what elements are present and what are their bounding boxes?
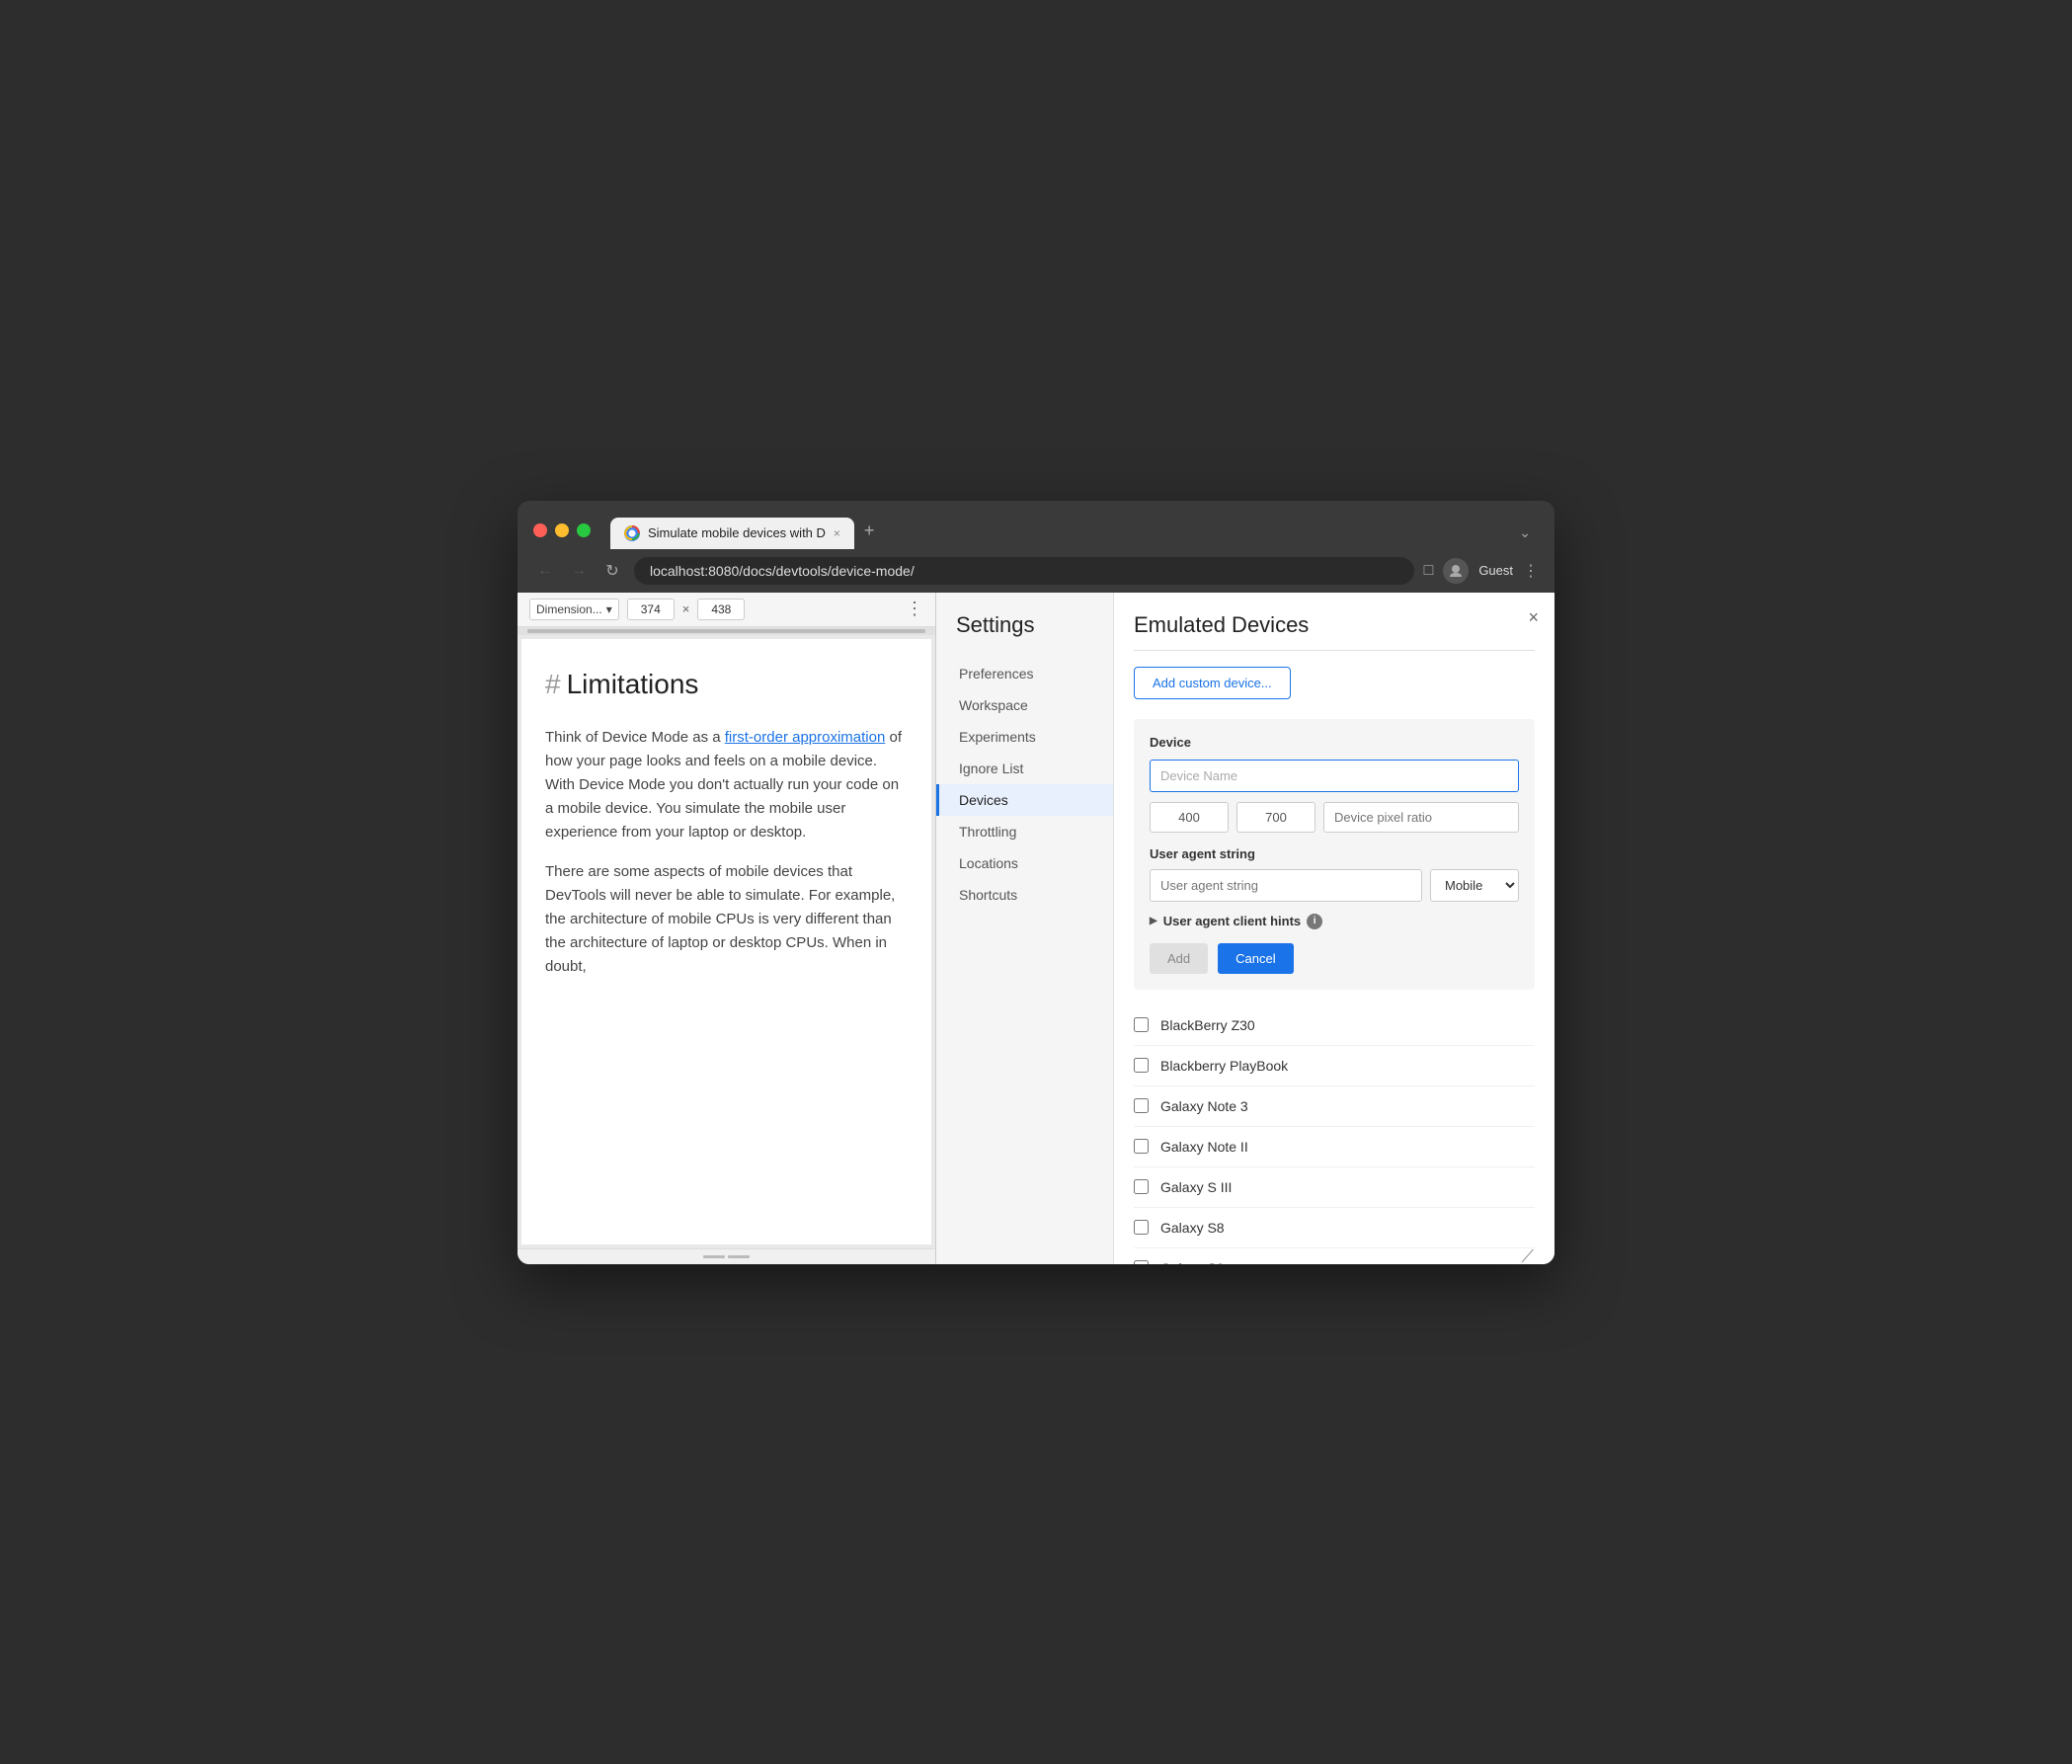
device-name-galaxy-note-ii: Galaxy Note II <box>1160 1139 1248 1155</box>
sidebar-item-workspace[interactable]: Workspace <box>936 689 1113 721</box>
list-item: Galaxy Note II <box>1134 1127 1535 1167</box>
device-toolbar: Dimension... ▾ × ⋮ <box>518 593 935 627</box>
sidebar-item-experiments[interactable]: Experiments <box>936 721 1113 753</box>
chrome-favicon-icon <box>624 525 640 541</box>
list-item: BlackBerry Z30 <box>1134 1005 1535 1046</box>
maximize-window-btn[interactable] <box>577 523 591 537</box>
device-dimensions-row <box>1150 802 1519 833</box>
toolbar-right: □ Guest ⋮ <box>1424 558 1539 584</box>
sidebar-item-throttling[interactable]: Throttling <box>936 816 1113 847</box>
device-height-input[interactable] <box>1236 802 1315 833</box>
sidebar-item-devices[interactable]: Devices <box>936 784 1113 816</box>
device-name-blackberry-z30: BlackBerry Z30 <box>1160 1017 1255 1033</box>
user-label: Guest <box>1478 563 1513 578</box>
dimension-select[interactable]: Dimension... ▾ <box>529 599 619 620</box>
sidebar-item-ignore-list[interactable]: Ignore List <box>936 753 1113 784</box>
window-controls-btn[interactable]: □ <box>1424 562 1434 580</box>
settings-panel: Settings Preferences Workspace Experimen… <box>936 593 1554 1264</box>
device-name-blackberry-playbook: Blackberry PlayBook <box>1160 1058 1288 1074</box>
form-device-label: Device <box>1150 735 1519 750</box>
browser-window: Simulate mobile devices with D × + ⌄ ← →… <box>518 501 1554 1264</box>
device-checkbox-galaxy-s9plus[interactable] <box>1134 1260 1149 1264</box>
list-item: Galaxy S9+ <box>1134 1248 1535 1264</box>
webpage-content[interactable]: # Limitations Think of Device Mode as a … <box>521 639 931 1244</box>
list-item: Galaxy S8 <box>1134 1208 1535 1248</box>
address-input[interactable] <box>634 557 1414 585</box>
close-window-btn[interactable] <box>533 523 547 537</box>
device-checkbox-blackberry-playbook[interactable] <box>1134 1058 1149 1073</box>
device-checkbox-galaxy-s8[interactable] <box>1134 1220 1149 1235</box>
hints-arrow-icon: ▶ <box>1150 916 1157 926</box>
dimension-label: Dimension... <box>536 602 602 616</box>
settings-title: Settings <box>936 612 1113 658</box>
add-device-submit-btn[interactable]: Add <box>1150 943 1208 974</box>
dim-separator: × <box>682 601 690 616</box>
emulated-devices-panel: × Emulated Devices Add custom device... … <box>1114 593 1554 1264</box>
tab-menu-btn[interactable]: ⌄ <box>1511 517 1539 549</box>
device-checkbox-galaxy-note-3[interactable] <box>1134 1098 1149 1113</box>
user-agent-label: User agent string <box>1150 846 1519 861</box>
forward-btn[interactable]: → <box>567 562 591 580</box>
device-name-galaxy-s-iii: Galaxy S III <box>1160 1179 1232 1195</box>
hints-info-icon[interactable]: i <box>1307 914 1322 929</box>
device-list: BlackBerry Z30 Blackberry PlayBook Galax… <box>1134 1005 1535 1264</box>
tab-close-btn[interactable]: × <box>834 526 840 540</box>
user-agent-hints-row[interactable]: ▶ User agent client hints i <box>1150 914 1519 929</box>
user-agent-input[interactable] <box>1150 869 1422 902</box>
tabs-area: Simulate mobile devices with D × + ⌄ <box>610 513 1539 549</box>
hints-label: User agent client hints <box>1163 914 1301 928</box>
list-item: Galaxy S III <box>1134 1167 1535 1208</box>
dimension-dropdown-icon: ▾ <box>606 602 612 616</box>
device-name-input[interactable] <box>1150 760 1519 792</box>
device-width-input[interactable] <box>1150 802 1229 833</box>
para1-text: Think of Device Mode as a <box>545 729 725 746</box>
add-custom-device-btn[interactable]: Add custom device... <box>1134 667 1291 699</box>
heading-hash: # <box>545 663 561 707</box>
sidebar-item-locations[interactable]: Locations <box>936 847 1113 879</box>
panel-title: Emulated Devices <box>1134 612 1535 651</box>
device-form: Device User agent string Mobile Desktop <box>1134 719 1535 990</box>
back-btn[interactable]: ← <box>533 562 557 580</box>
device-name-galaxy-note-3: Galaxy Note 3 <box>1160 1098 1248 1114</box>
main-content: Dimension... ▾ × ⋮ # Limitations Thin <box>518 593 1554 1264</box>
user-avatar[interactable] <box>1443 558 1469 584</box>
traffic-lights <box>533 523 591 537</box>
device-pixel-ratio-input[interactable] <box>1323 802 1519 833</box>
width-input[interactable] <box>627 599 675 620</box>
active-tab[interactable]: Simulate mobile devices with D × <box>610 518 854 549</box>
resize-handle <box>703 1255 750 1258</box>
refresh-btn[interactable]: ↻ <box>600 561 624 581</box>
title-bar: Simulate mobile devices with D × + ⌄ <box>518 501 1554 549</box>
new-tab-btn[interactable]: + <box>854 513 885 549</box>
user-agent-row: Mobile Desktop <box>1150 869 1519 902</box>
minimize-window-btn[interactable] <box>555 523 569 537</box>
form-actions: Add Cancel <box>1150 943 1519 974</box>
close-settings-btn[interactable]: × <box>1528 608 1539 626</box>
address-bar: ← → ↻ □ Guest ⋮ <box>518 549 1554 593</box>
browser-menu-btn[interactable]: ⋮ <box>1523 561 1539 581</box>
cancel-device-btn[interactable]: Cancel <box>1218 943 1293 974</box>
user-agent-type-select[interactable]: Mobile Desktop <box>1430 869 1519 902</box>
paragraph-1: Think of Device Mode as a first-order ap… <box>545 726 908 844</box>
paragraph-2: There are some aspects of mobile devices… <box>545 860 908 979</box>
device-name-galaxy-s8: Galaxy S8 <box>1160 1220 1225 1236</box>
bottom-toolbar: ⟋ <box>518 1248 935 1264</box>
tab-title: Simulate mobile devices with D <box>648 525 826 540</box>
page-heading: # Limitations <box>545 663 908 707</box>
device-name-galaxy-s9plus: Galaxy S9+ <box>1160 1260 1233 1264</box>
sidebar-item-shortcuts[interactable]: Shortcuts <box>936 879 1113 911</box>
first-order-link[interactable]: first-order approximation <box>725 729 886 746</box>
device-checkbox-galaxy-s-iii[interactable] <box>1134 1179 1149 1194</box>
webpage-panel: Dimension... ▾ × ⋮ # Limitations Thin <box>518 593 936 1264</box>
heading-text: Limitations <box>567 663 699 707</box>
height-input[interactable] <box>697 599 745 620</box>
devtools-more-btn[interactable]: ⋮ <box>906 599 923 619</box>
list-item: Blackberry PlayBook <box>1134 1046 1535 1086</box>
list-item: Galaxy Note 3 <box>1134 1086 1535 1127</box>
device-checkbox-blackberry-z30[interactable] <box>1134 1017 1149 1032</box>
settings-sidebar: Settings Preferences Workspace Experimen… <box>936 593 1114 1264</box>
sidebar-item-preferences[interactable]: Preferences <box>936 658 1113 689</box>
device-checkbox-galaxy-note-ii[interactable] <box>1134 1139 1149 1154</box>
horizontal-scrollbar[interactable] <box>518 627 935 635</box>
